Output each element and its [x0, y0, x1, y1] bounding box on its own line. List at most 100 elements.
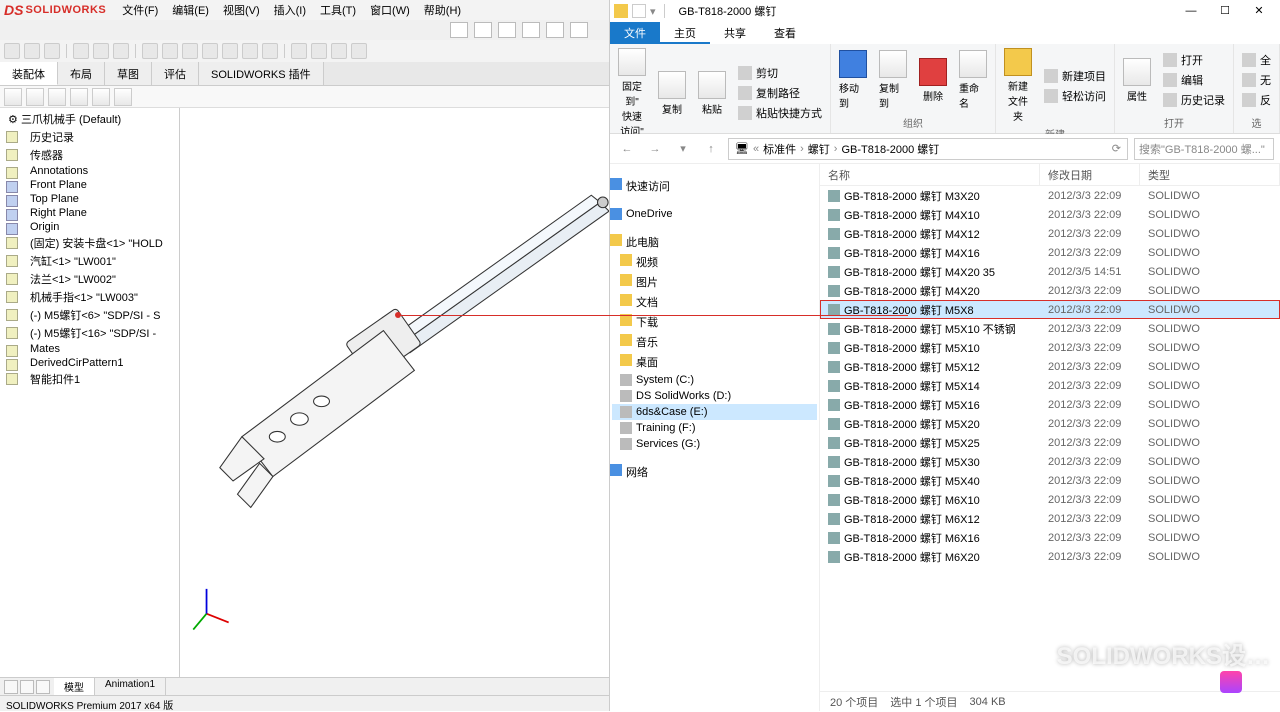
tree-item[interactable]: Front Plane	[2, 178, 177, 192]
file-row[interactable]: GB-T818-2000 螺钉 M4X20 352012/3/5 14:51SO…	[820, 262, 1280, 281]
sw-feature-tree[interactable]: ⚙ 三爪机械手 (Default) 历史记录传感器AnnotationsFron…	[0, 108, 180, 677]
properties-button[interactable]: 属性	[1121, 56, 1153, 105]
menu-2[interactable]: 视图(V)	[217, 0, 266, 20]
save-icon[interactable]	[498, 22, 516, 38]
nav-folder[interactable]: 音乐	[612, 332, 817, 352]
menu-4[interactable]: 工具(T)	[314, 0, 362, 20]
motion-icon[interactable]	[36, 680, 50, 694]
back-button[interactable]: ←	[616, 138, 638, 160]
ex-navpane[interactable]: 快速访问 OneDrive 此电脑 视频图片文档下载音乐桌面 System (C…	[610, 164, 820, 711]
file-row[interactable]: GB-T818-2000 螺钉 M4X162012/3/3 22:09SOLID…	[820, 243, 1280, 262]
feature-icon[interactable]	[4, 88, 22, 106]
open-doc-icon[interactable]	[474, 22, 492, 38]
tree-item[interactable]: Right Plane	[2, 206, 177, 220]
file-row[interactable]: GB-T818-2000 螺钉 M6X122012/3/3 22:09SOLID…	[820, 509, 1280, 528]
feature-icon[interactable]	[26, 88, 44, 106]
file-row[interactable]: GB-T818-2000 螺钉 M4X102012/3/3 22:09SOLID…	[820, 205, 1280, 224]
breadcrumb[interactable]: 🖥 « 标准件 › 螺钉 › GB-T818-2000 螺钉 ⟳	[728, 138, 1128, 160]
tool-icon[interactable]	[182, 43, 198, 59]
nav-quickaccess[interactable]: 快速访问	[612, 176, 817, 196]
feature-icon[interactable]	[48, 88, 66, 106]
tool-icon[interactable]	[242, 43, 258, 59]
newfolder-button[interactable]: 新建 文件夹	[1002, 46, 1034, 125]
new-doc-icon[interactable]	[450, 22, 468, 38]
file-row[interactable]: GB-T818-2000 螺钉 M4X202012/3/3 22:09SOLID…	[820, 281, 1280, 300]
menu-1[interactable]: 编辑(E)	[166, 0, 215, 20]
forward-button[interactable]: →	[644, 138, 666, 160]
open-button[interactable]: 打开	[1161, 51, 1227, 69]
tool-icon[interactable]	[351, 43, 367, 59]
nav-drive[interactable]: Training (F:)	[612, 420, 817, 436]
nav-drive[interactable]: System (C:)	[612, 372, 817, 388]
file-row[interactable]: GB-T818-2000 螺钉 M5X142012/3/3 22:09SOLID…	[820, 376, 1280, 395]
tab-view[interactable]: 查看	[760, 22, 810, 44]
tree-item[interactable]: 机械手指<1> "LW003"	[2, 288, 177, 306]
rebuild-icon[interactable]	[546, 22, 564, 38]
tool-icon[interactable]	[262, 43, 278, 59]
tab-evaluate[interactable]: 评估	[152, 62, 199, 85]
tree-item[interactable]: 历史记录	[2, 128, 177, 146]
tab-addins[interactable]: SOLIDWORKS 插件	[199, 62, 324, 85]
up-button[interactable]: ↑	[700, 138, 722, 160]
tab-assembly[interactable]: 装配体	[0, 62, 58, 85]
nav-drive[interactable]: 6ds&Case (E:)	[612, 404, 817, 420]
tool-icon[interactable]	[202, 43, 218, 59]
nav-thispc[interactable]: 此电脑	[612, 232, 817, 252]
copypath-button[interactable]: 复制路径	[736, 84, 824, 102]
tab-layout[interactable]: 布局	[58, 62, 105, 85]
file-row[interactable]: GB-T818-2000 螺钉 M5X162012/3/3 22:09SOLID…	[820, 395, 1280, 414]
minimize-button[interactable]: —	[1174, 1, 1208, 21]
tree-item[interactable]: Origin	[2, 220, 177, 234]
copyto-button[interactable]: 复制到	[877, 48, 909, 112]
file-row[interactable]: GB-T818-2000 螺钉 M5X402012/3/3 22:09SOLID…	[820, 471, 1280, 490]
cut-button[interactable]: 剪切	[736, 64, 824, 82]
file-row[interactable]: GB-T818-2000 螺钉 M5X122012/3/3 22:09SOLID…	[820, 357, 1280, 376]
tool-icon[interactable]	[311, 43, 327, 59]
history-button[interactable]: 历史记录	[1161, 91, 1227, 109]
tool-icon[interactable]	[142, 43, 158, 59]
tab-share[interactable]: 共享	[710, 22, 760, 44]
maximize-button[interactable]: ☐	[1208, 1, 1242, 21]
feature-icon[interactable]	[70, 88, 88, 106]
file-row[interactable]: GB-T818-2000 螺钉 M6X202012/3/3 22:09SOLID…	[820, 547, 1280, 566]
tool-icon[interactable]	[44, 43, 60, 59]
moveto-button[interactable]: 移动到	[837, 48, 869, 112]
tool-icon[interactable]	[162, 43, 178, 59]
menu-6[interactable]: 帮助(H)	[418, 0, 467, 20]
file-row[interactable]: GB-T818-2000 螺钉 M3X202012/3/3 22:09SOLID…	[820, 186, 1280, 205]
delete-button[interactable]: 删除	[917, 56, 949, 105]
refresh-icon[interactable]: ⟳	[1112, 142, 1121, 155]
rename-button[interactable]: 重命名	[957, 48, 989, 112]
tree-item[interactable]: (固定) 安装卡盘<1> "HOLD	[2, 234, 177, 252]
feature-icon[interactable]	[92, 88, 110, 106]
selectnone-button[interactable]: 无	[1240, 71, 1273, 89]
col-name[interactable]: 名称	[820, 164, 1040, 185]
sw-viewport[interactable]	[180, 108, 609, 677]
file-row[interactable]: GB-T818-2000 螺钉 M5X10 不锈钢2012/3/3 22:09S…	[820, 319, 1280, 338]
close-button[interactable]: ✕	[1242, 1, 1276, 21]
file-row[interactable]: GB-T818-2000 螺钉 M6X162012/3/3 22:09SOLID…	[820, 528, 1280, 547]
tool-icon[interactable]	[24, 43, 40, 59]
nav-folder[interactable]: 文档	[612, 292, 817, 312]
tab-animation[interactable]: Animation1	[95, 678, 166, 695]
shortcut-button[interactable]: 粘贴快捷方式	[736, 104, 824, 122]
nav-onedrive[interactable]: OneDrive	[612, 206, 817, 222]
col-type[interactable]: 类型	[1140, 164, 1280, 185]
file-row[interactable]: GB-T818-2000 螺钉 M5X102012/3/3 22:09SOLID…	[820, 338, 1280, 357]
tree-root[interactable]: ⚙ 三爪机械手 (Default)	[2, 110, 177, 128]
file-tab[interactable]: 文件	[610, 22, 660, 44]
paste-button[interactable]: 粘贴	[696, 69, 728, 118]
tool-icon[interactable]	[222, 43, 238, 59]
tree-item[interactable]: 传感器	[2, 146, 177, 164]
tree-item[interactable]: 汽缸<1> "LW001"	[2, 252, 177, 270]
nav-drive[interactable]: DS SolidWorks (D:)	[612, 388, 817, 404]
file-row[interactable]: GB-T818-2000 螺钉 M5X302012/3/3 22:09SOLID…	[820, 452, 1280, 471]
tree-item[interactable]: 法兰<1> "LW002"	[2, 270, 177, 288]
tree-item[interactable]: Annotations	[2, 164, 177, 178]
file-row[interactable]: GB-T818-2000 螺钉 M4X122012/3/3 22:09SOLID…	[820, 224, 1280, 243]
easyaccess-button[interactable]: 轻松访问	[1042, 87, 1108, 105]
pin-button[interactable]: 固定到" 快速访问"	[616, 46, 648, 140]
nav-folder[interactable]: 桌面	[612, 352, 817, 372]
search-input[interactable]: 搜索"GB-T818-2000 螺..."	[1134, 138, 1274, 160]
selectall-button[interactable]: 全	[1240, 51, 1273, 69]
